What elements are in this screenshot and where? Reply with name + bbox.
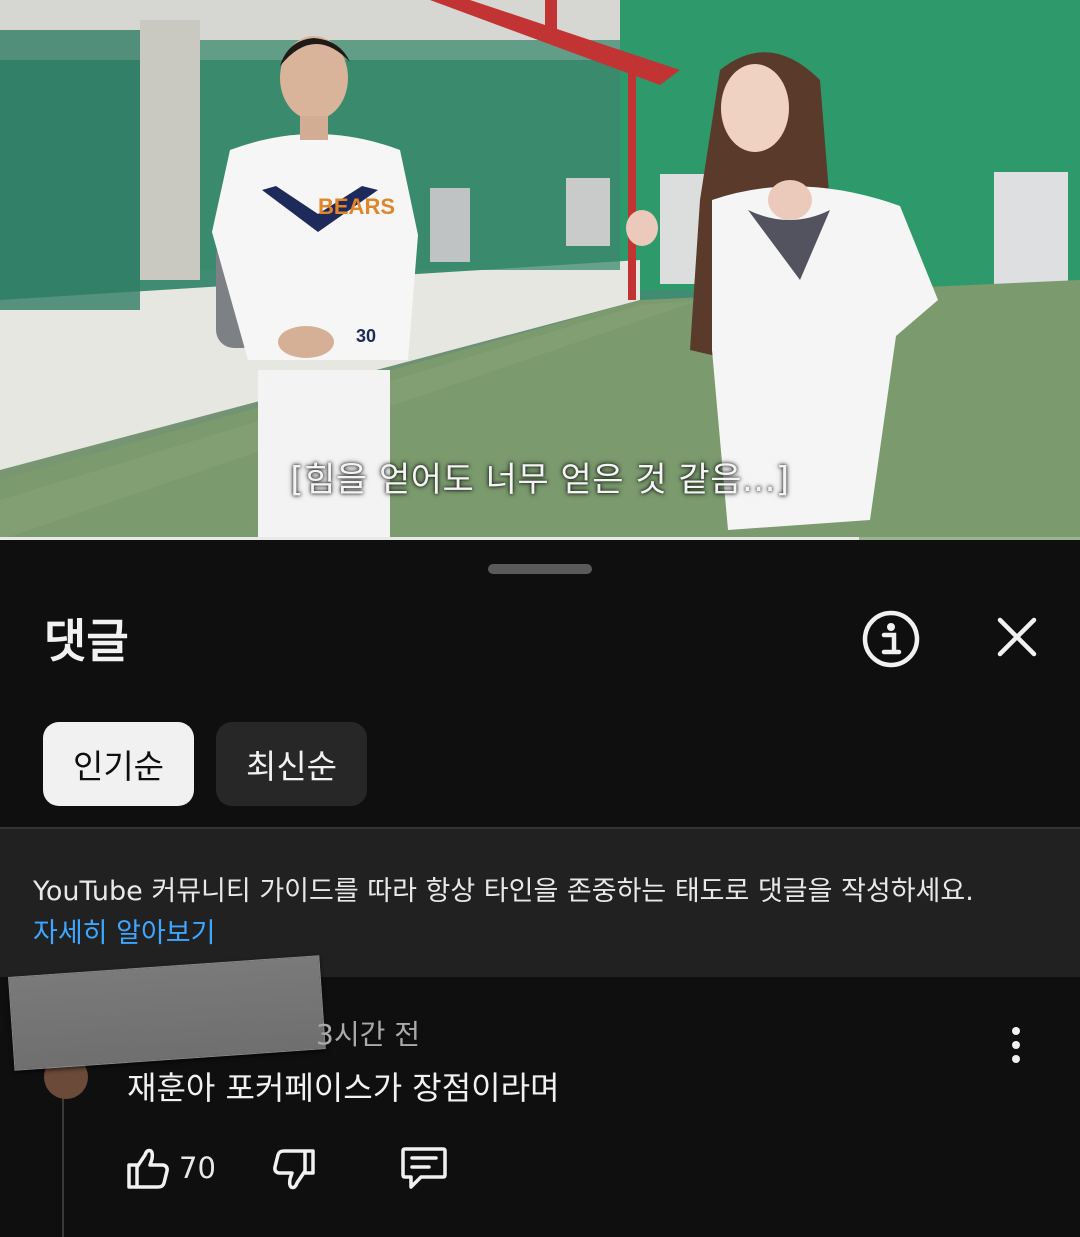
like-count: 70 xyxy=(179,1151,216,1185)
jersey-number: 30 xyxy=(356,326,376,346)
reply-comment-icon xyxy=(401,1147,447,1189)
comment-item: 3시간 전 재훈아 포커페이스가 장점이라며 70 xyxy=(0,955,1080,1237)
comments-sheet: 댓글 인기순 최신순 YouTube 커뮤니티 가이드를 따라 항상 타인을 존… xyxy=(0,543,1080,1237)
close-button[interactable] xyxy=(988,608,1046,666)
video-player[interactable]: BEARS 30 [힘을 얻어도 너무 얻은 것 같음...] xyxy=(0,0,1080,540)
comments-title: 댓글 xyxy=(44,614,129,668)
video-subtitle: [힘을 얻어도 너무 얻은 것 같음...] xyxy=(290,460,790,500)
sort-chips: 인기순 최신순 xyxy=(43,722,367,806)
video-progress-bar[interactable] xyxy=(0,537,1080,540)
comment-time: 3시간 전 xyxy=(316,1018,420,1051)
video-progress-fill xyxy=(0,537,859,540)
chip-popular[interactable]: 인기순 xyxy=(43,722,194,806)
dislike-button[interactable] xyxy=(271,1147,317,1193)
reply-button[interactable] xyxy=(399,1145,449,1191)
close-icon xyxy=(997,617,1037,657)
info-icon xyxy=(862,610,920,668)
info-button[interactable] xyxy=(860,608,922,670)
chip-newest[interactable]: 최신순 xyxy=(216,722,367,806)
like-button[interactable] xyxy=(125,1145,171,1191)
learn-more-link[interactable]: 자세히 알아보기 xyxy=(33,911,215,950)
community-guideline-banner: YouTube 커뮤니티 가이드를 따라 항상 타인을 존중하는 태도로 댓글을… xyxy=(0,827,1080,977)
comment-text: 재훈아 포커페이스가 장점이라며 xyxy=(127,1069,560,1107)
drag-handle[interactable] xyxy=(488,564,592,574)
guideline-text: YouTube 커뮤니티 가이드를 따라 항상 타인을 존중하는 태도로 댓글을… xyxy=(33,876,974,907)
more-dot-icon xyxy=(1012,1055,1020,1063)
thumbs-down-icon xyxy=(273,1149,315,1190)
thumbs-up-icon xyxy=(127,1148,169,1189)
jersey-logo: BEARS xyxy=(318,194,395,219)
thread-line xyxy=(62,1077,64,1237)
more-dot-icon xyxy=(1012,1027,1020,1035)
more-dot-icon xyxy=(1012,1041,1020,1049)
more-options-button[interactable] xyxy=(1000,1019,1032,1071)
